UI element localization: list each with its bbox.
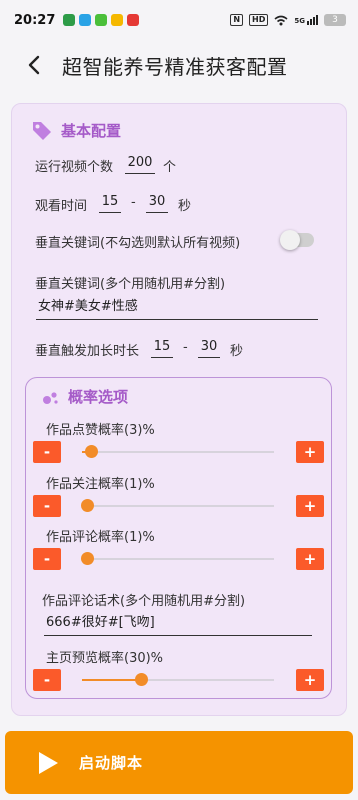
bubbles-icon <box>43 391 58 404</box>
trigger-unit: 秒 <box>230 344 244 359</box>
start-script-label: 启动脚本 <box>79 754 144 772</box>
wifi-icon <box>274 15 288 25</box>
watch-time-unit: 秒 <box>178 199 192 214</box>
app-red-icon <box>127 14 140 26</box>
comment-words-label: 作品评论话术(多个用随机用#分割) <box>42 594 246 609</box>
trigger-max-input[interactable]: 30 <box>198 338 220 358</box>
like-probability-label: 作品点赞概率(3)% <box>46 423 155 438</box>
slider-track <box>82 505 274 507</box>
video-count-label: 运行视频个数 <box>35 160 114 175</box>
toggle-knob <box>280 230 300 250</box>
probability-section-title: 概率选项 <box>42 386 128 407</box>
page-title: 超智能养号精准获客配置 <box>62 54 288 79</box>
slider-thumb[interactable] <box>134 673 148 686</box>
watch-time-label: 观看时间 <box>35 199 88 214</box>
comment-decrease-button[interactable]: - <box>33 548 61 570</box>
signal-icon: 5G <box>294 15 318 25</box>
keywords-input[interactable]: 女神#美女#性感 <box>36 296 318 320</box>
vertical-keyword-toggle[interactable] <box>280 230 314 250</box>
basic-section-title: 基本配置 <box>31 119 121 141</box>
home-preview-probability-label: 主页预览概率(30)% <box>46 651 164 666</box>
start-script-button[interactable]: 启动脚本 <box>5 731 353 794</box>
comment-increase-button[interactable]: + <box>296 548 324 570</box>
telegram-icon <box>79 14 92 26</box>
trigger-separator: - <box>183 340 188 355</box>
slider-fill <box>82 679 141 681</box>
like-probability-slider[interactable] <box>82 445 274 459</box>
follow-probability-label: 作品关注概率(1)% <box>46 477 155 492</box>
like-decrease-button[interactable]: - <box>33 441 61 463</box>
watch-time-min-input[interactable]: 15 <box>99 193 121 213</box>
home-preview-increase-button[interactable]: + <box>296 669 324 691</box>
follow-probability-slider[interactable] <box>80 499 274 513</box>
play-icon <box>39 751 58 774</box>
back-button[interactable] <box>14 45 54 85</box>
slider-thumb[interactable] <box>80 499 94 512</box>
back-arrow-icon <box>28 55 40 75</box>
keywords-label: 垂直关键词(多个用随机用#分割) <box>35 277 226 292</box>
hd-icon: HD <box>249 14 269 26</box>
video-count-input[interactable]: 200 <box>125 154 155 174</box>
probability-section-label: 概率选项 <box>68 388 129 406</box>
follow-decrease-button[interactable]: - <box>33 495 61 517</box>
watch-time-separator: - <box>131 195 136 210</box>
slider-track <box>82 558 274 560</box>
trigger-duration-label: 垂直触发加长时长 <box>35 344 140 359</box>
slider-track <box>82 451 274 453</box>
battery-icon: 3 <box>324 14 346 26</box>
home-preview-probability-slider[interactable] <box>82 673 274 687</box>
comment-probability-slider[interactable] <box>80 552 274 566</box>
slider-thumb[interactable] <box>84 445 98 458</box>
status-bar: 20:27 N HD 5G 3 <box>0 0 358 40</box>
app-notification-icon <box>63 14 76 26</box>
trigger-min-input[interactable]: 15 <box>151 338 173 358</box>
qq-icon <box>111 14 124 26</box>
video-count-unit: 个 <box>163 160 177 175</box>
like-increase-button[interactable]: + <box>296 441 324 463</box>
watch-time-max-input[interactable]: 30 <box>146 193 168 213</box>
slider-thumb[interactable] <box>80 552 94 565</box>
app-header: 超智能养号精准获客配置 <box>0 40 358 90</box>
wechat-icon <box>95 14 108 26</box>
system-icons: N HD 5G 3 <box>230 14 346 26</box>
nfc-icon: N <box>230 14 244 26</box>
basic-section-label: 基本配置 <box>61 121 122 140</box>
follow-increase-button[interactable]: + <box>296 495 324 517</box>
tag-icon <box>33 122 51 140</box>
vertical-keyword-toggle-label: 垂直关键词(不勾选则默认所有视频) <box>35 236 241 251</box>
home-preview-decrease-button[interactable]: - <box>33 669 61 691</box>
comment-probability-label: 作品评论概率(1)% <box>46 530 155 545</box>
notification-icons <box>63 14 140 26</box>
status-time: 20:27 <box>14 12 56 28</box>
comment-words-input[interactable]: 666#很好#[飞吻] <box>44 612 312 636</box>
